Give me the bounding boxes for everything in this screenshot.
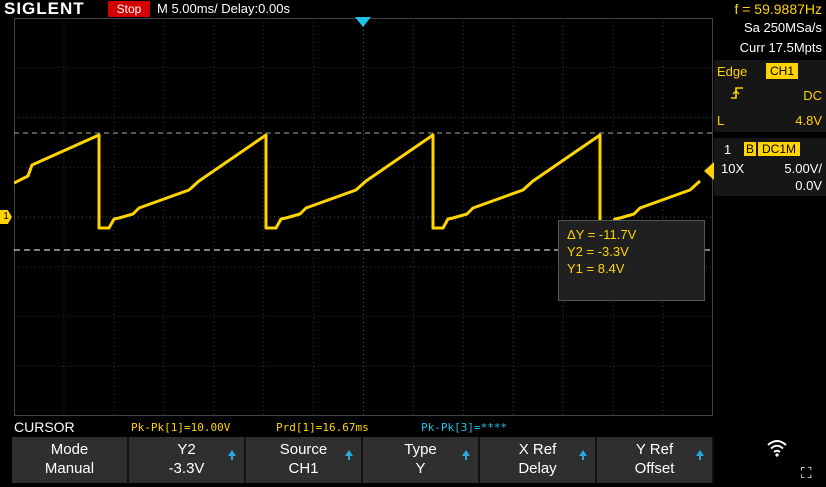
softkey-value: -3.3V: [168, 460, 205, 477]
cursor-delta-y: ΔY = -11.7V: [567, 227, 637, 242]
cursor-y2-value: Y2 = -3.3V: [567, 244, 629, 259]
softkey-value: CH1: [288, 460, 319, 477]
trigger-position-marker[interactable]: [355, 17, 371, 27]
softkey-label: Type: [404, 441, 437, 458]
knob-adjust-icon: [345, 450, 353, 460]
channel-pointer-icon: [704, 162, 714, 180]
trigger-source-badge: CH1: [766, 63, 798, 79]
softkey-label: Y Ref: [635, 441, 674, 458]
knob-adjust-icon: [696, 450, 704, 460]
measurement-item[interactable]: Pk-Pk[1]=10.00V: [131, 421, 230, 434]
timebase-readout[interactable]: M 5.00ms/ Delay:0.00s: [157, 0, 290, 18]
vertical-offset: 0.0V: [795, 178, 822, 193]
softkey-source[interactable]: Source CH1: [246, 437, 363, 483]
trigger-level-label: L: [717, 113, 725, 128]
knob-adjust-icon: [228, 450, 236, 460]
brand-logo: SIGLENT: [4, 0, 85, 18]
knob-adjust-icon: [462, 450, 470, 460]
softkey-type[interactable]: Type Y: [363, 437, 480, 483]
softkey-label: Source: [279, 441, 328, 458]
softkey-mode[interactable]: Mode Manual: [12, 437, 129, 483]
softkey-value: Offset: [634, 460, 675, 477]
frequency-counter: f = 59.9887Hz: [734, 1, 822, 17]
expand-icon[interactable]: ⛶: [801, 465, 812, 482]
softkey-label: Y2: [177, 441, 196, 458]
softkey-y2[interactable]: Y2 -3.3V: [129, 437, 246, 483]
memory-depth: Curr 17.5Mpts: [739, 40, 822, 55]
softkey-value: Y: [415, 460, 426, 477]
waveform-grid: [14, 18, 713, 416]
trigger-rising-edge-icon: [731, 87, 743, 99]
softkey-value: Manual: [44, 460, 95, 477]
trigger-level: 4.8V: [795, 113, 822, 128]
cursor-readout-box: ΔY = -11.7V Y2 = -3.3V Y1 = 8.4V: [558, 220, 705, 301]
softkey-value: Delay: [518, 460, 557, 477]
probe-attenuation: 10X: [721, 161, 745, 176]
ch1-offset-marker[interactable]: 1: [0, 210, 12, 224]
trigger-type: Edge: [717, 64, 748, 79]
run-stop-status[interactable]: Stop: [108, 1, 150, 17]
trigger-coupling: DC: [803, 88, 822, 103]
vertical-scale: 5.00V/: [784, 161, 822, 176]
bandwidth-limit-badge: B: [744, 142, 756, 156]
measurement-item[interactable]: Pk-Pk[3]=****: [421, 421, 507, 434]
ch1-waveform-trace: [14, 133, 702, 230]
right-info-panel: Sa 250MSa/s Curr 17.5Mpts Edge CH1 DC L …: [704, 18, 826, 416]
measurement-bar: Pk-Pk[1]=10.00V Prd[1]=16.67ms Pk-Pk[3]=…: [0, 418, 714, 437]
cursor-y1-value: Y1 = 8.4V: [567, 261, 625, 276]
sample-rate: Sa 250MSa/s: [743, 20, 822, 35]
measurement-item[interactable]: Prd[1]=16.67ms: [276, 421, 369, 434]
wifi-icon[interactable]: [766, 439, 788, 457]
softkey-x-ref[interactable]: X Ref Delay: [480, 437, 597, 483]
channel-coupling-badge: DC1M: [758, 142, 800, 156]
softkey-y-ref[interactable]: Y Ref Offset: [597, 437, 714, 483]
softkey-label: X Ref: [518, 441, 557, 458]
softkey-label: Mode: [50, 441, 89, 458]
channel-number: 1: [724, 142, 732, 157]
knob-adjust-icon: [579, 450, 587, 460]
